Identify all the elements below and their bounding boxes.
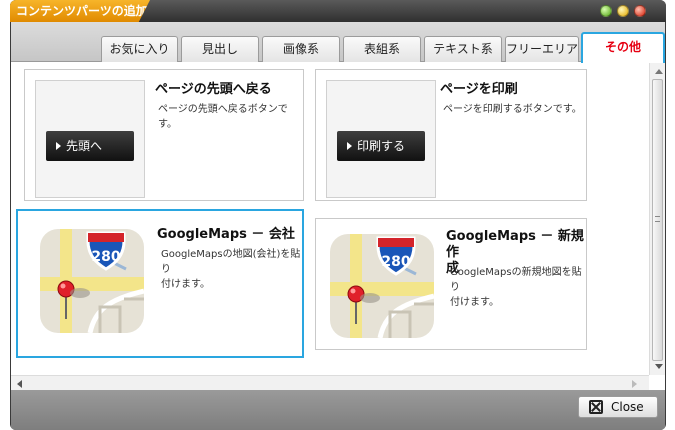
tab-strip: お気に入り 見出し 画像系 表組系 テキスト系 フリーエリア その他 bbox=[11, 22, 665, 63]
dialog-content: お気に入り 見出し 画像系 表組系 テキスト系 フリーエリア その他 先頭へ ペ… bbox=[11, 22, 665, 390]
scroll-up-arrow-icon[interactable] bbox=[655, 69, 663, 74]
scroll-thumb[interactable] bbox=[652, 79, 663, 361]
close-window-button[interactable] bbox=[634, 5, 646, 17]
tab-free-area[interactable]: フリーエリア bbox=[505, 36, 579, 62]
parts-list: 先頭へ ページの先頭へ戻る ページの先頭へ戻るボタンです。 印刷する ページを印… bbox=[11, 63, 649, 375]
google-maps-icon: 280 bbox=[40, 229, 144, 333]
part-description: GoogleMapsの新規地図を貼り 付けます。 bbox=[450, 267, 582, 308]
horizontal-scrollbar[interactable] bbox=[11, 375, 649, 390]
vertical-scrollbar[interactable] bbox=[649, 63, 665, 375]
route-shield-label: 280 bbox=[91, 249, 120, 265]
part-description: ページの先頭へ戻るボタンです。 bbox=[158, 104, 288, 130]
part-card-print[interactable]: 印刷する ページを印刷 ページを印刷するボタンです。 bbox=[315, 69, 587, 201]
part-card-googlemaps-company[interactable]: 280 GoogleMaps － 会社 GoogleMapsの地図(会社)を貼り… bbox=[16, 209, 304, 358]
preview-button: 先頭へ bbox=[46, 131, 134, 161]
preview-button: 印刷する bbox=[337, 131, 425, 161]
dialog-footer: Close bbox=[11, 390, 665, 430]
close-button[interactable]: Close bbox=[578, 396, 658, 418]
dialog-window: コンテンツパーツの追加 お気に入り 見出し 画像系 表組系 テキスト系 フリーエ… bbox=[10, 0, 666, 430]
route-shield-label: 280 bbox=[381, 254, 410, 270]
part-description: GoogleMapsの地図(会社)を貼り 付けます。 bbox=[161, 249, 301, 290]
close-icon bbox=[589, 400, 603, 414]
google-maps-icon: 280 bbox=[330, 234, 434, 338]
tab-text[interactable]: テキスト系 bbox=[424, 36, 502, 62]
part-card-back-to-top[interactable]: 先頭へ ページの先頭へ戻る ページの先頭へ戻るボタンです。 bbox=[24, 69, 304, 201]
maximize-button[interactable] bbox=[600, 5, 612, 17]
part-title: ページの先頭へ戻る bbox=[155, 82, 272, 97]
minimize-button[interactable] bbox=[617, 5, 629, 17]
close-button-label: Close bbox=[611, 400, 644, 414]
tab-favorites[interactable]: お気に入り bbox=[101, 36, 178, 62]
tab-headings[interactable]: 見出し bbox=[181, 36, 259, 62]
part-thumbnail: 先頭へ bbox=[35, 80, 145, 198]
tab-images[interactable]: 画像系 bbox=[262, 36, 340, 62]
grip-icon bbox=[655, 216, 660, 222]
scroll-right-arrow-icon[interactable] bbox=[632, 380, 637, 388]
dialog-title: コンテンツパーツの追加 bbox=[10, 0, 150, 22]
scroll-left-arrow-icon[interactable] bbox=[17, 380, 22, 388]
tab-tables[interactable]: 表組系 bbox=[343, 36, 421, 62]
title-bar: コンテンツパーツの追加 bbox=[10, 0, 666, 22]
part-card-googlemaps-new[interactable]: 280 GoogleMaps － 新規作 成 GoogleMapsの新規地図を貼… bbox=[315, 218, 587, 350]
tab-other[interactable]: その他 bbox=[581, 32, 665, 63]
part-description: ページを印刷するボタンです。 bbox=[443, 104, 582, 115]
part-title: ページを印刷 bbox=[440, 82, 518, 97]
part-thumbnail: 印刷する bbox=[326, 80, 436, 198]
scroll-down-arrow-icon[interactable] bbox=[655, 364, 663, 369]
part-title: GoogleMaps － 会社 bbox=[157, 227, 295, 242]
